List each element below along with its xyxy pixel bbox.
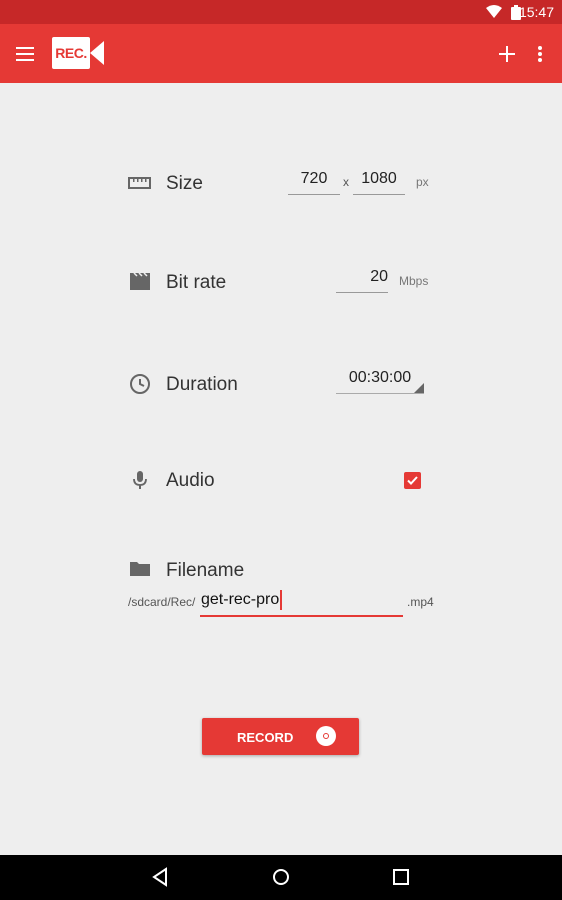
size-label: Size xyxy=(166,173,203,194)
size-separator: x xyxy=(343,175,349,189)
app-bar: REC. xyxy=(0,24,562,83)
dropdown-arrow-icon xyxy=(414,383,424,393)
record-icon xyxy=(316,726,336,746)
bitrate-input[interactable]: 20 xyxy=(336,265,388,293)
audio-row: Audio xyxy=(128,460,438,500)
audio-checkbox[interactable] xyxy=(404,472,421,489)
filename-input[interactable]: get-rec-pro xyxy=(200,587,403,617)
filename-row: Filename /sdcard/Rec/ get-rec-pro .mp4 xyxy=(128,555,438,625)
wifi-icon xyxy=(486,5,502,18)
size-unit: px xyxy=(416,175,429,189)
audio-label: Audio xyxy=(166,470,215,491)
filename-label: Filename xyxy=(166,560,245,581)
mic-icon xyxy=(133,471,147,489)
bitrate-unit: Mbps xyxy=(399,274,429,288)
duration-row: Duration 00:30:00 xyxy=(128,364,438,404)
home-icon[interactable] xyxy=(270,866,292,888)
back-icon[interactable] xyxy=(150,866,172,888)
camera-icon xyxy=(90,41,104,65)
ruler-icon xyxy=(128,177,151,189)
bitrate-row: Bit rate 20 Mbps xyxy=(128,262,438,302)
check-icon xyxy=(407,476,418,485)
menu-icon[interactable] xyxy=(14,42,38,66)
filename-extension: .mp4 xyxy=(407,595,434,609)
text-caret xyxy=(280,589,283,610)
filename-prefix: /sdcard/Rec/ xyxy=(128,595,196,609)
nav-bar xyxy=(0,855,562,900)
filename-value: get-rec-pro xyxy=(201,591,280,608)
recents-icon[interactable] xyxy=(390,866,412,888)
width-input[interactable]: 720 xyxy=(288,167,340,195)
status-time: 15:47 xyxy=(518,4,554,20)
logo-text: REC. xyxy=(52,37,90,69)
status-bar: 15:47 xyxy=(0,0,562,24)
duration-dropdown[interactable]: 00:30:00 xyxy=(336,366,424,394)
bitrate-label: Bit rate xyxy=(166,272,227,293)
size-row: Size 720 x 1080 px xyxy=(128,163,438,203)
duration-value: 00:30:00 xyxy=(348,369,412,386)
clapperboard-icon xyxy=(130,272,150,290)
duration-label: Duration xyxy=(166,374,238,395)
folder-icon xyxy=(130,562,150,576)
record-button[interactable]: RECORD xyxy=(202,718,359,755)
add-icon[interactable] xyxy=(494,41,520,67)
more-vert-icon[interactable] xyxy=(528,41,552,67)
height-input[interactable]: 1080 xyxy=(353,167,405,195)
record-button-label: RECORD xyxy=(237,730,294,745)
app-logo: REC. xyxy=(52,37,108,69)
clock-icon xyxy=(130,374,150,394)
